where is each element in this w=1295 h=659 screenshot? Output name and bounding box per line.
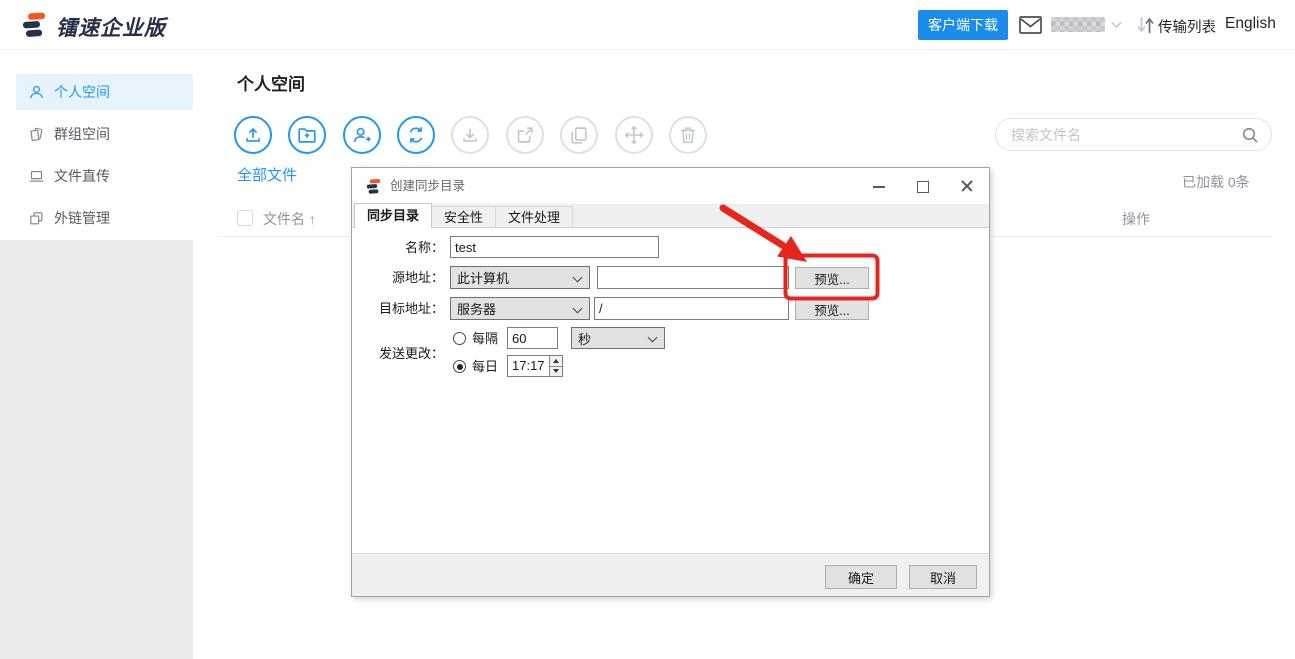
sync-icon [409,127,423,143]
tab-file-processing[interactable]: 文件处理 [495,206,574,227]
sidebar-item-group-space[interactable]: 群组空间 [16,116,193,152]
raysync-logo-icon [22,12,46,37]
sidebar-item-personal-space[interactable]: 个人空间 [16,74,193,110]
send-changes-label: 发送更改： [378,346,444,361]
minimize-icon[interactable] [861,168,897,204]
sidebar-background [0,240,193,659]
move-icon [624,125,644,145]
sidebar-item-label: 文件直传 [54,168,110,184]
daily-radio-label: 每日 [472,359,499,374]
share-link-button [506,116,544,154]
create-sync-directory-dialog: 创建同步目录 同步目录 安全性 文件处理 名称： 源地址： 此计算机 预览...… [351,167,990,597]
source-select-value: 此计算机 [457,271,510,286]
laptop-icon [29,170,44,182]
app-root: 镭速企业版 客户端下载 传输列表 English 个人空间 群组空间 文件直传 … [0,0,1295,659]
trash-icon [681,127,695,144]
sidebar-item-direct-transfer[interactable]: 文件直传 [16,158,193,194]
sidebar-item-label: 个人空间 [54,84,110,100]
target-preview-button[interactable]: 预览... [795,298,869,320]
download-icon [463,128,477,142]
ok-button[interactable]: 确定 [825,565,897,589]
select-all-checkbox[interactable] [237,210,253,226]
user-name-blurred[interactable] [1051,17,1105,32]
daily-radio[interactable] [453,360,466,373]
client-download-button[interactable]: 客户端下载 [918,10,1008,40]
search-icon[interactable] [1242,127,1259,144]
dialog-titlebar[interactable]: 创建同步目录 [352,168,989,204]
daily-time-value: 17:17 [512,358,545,373]
sync-button[interactable] [397,116,435,154]
dialog-title: 创建同步目录 [390,179,466,193]
loaded-status: 已加载 0条 [1182,174,1250,190]
transfer-arrows-icon[interactable] [1137,14,1154,36]
delete-button [669,116,707,154]
copy-button [560,116,598,154]
move-button [615,116,653,154]
search-box [995,118,1272,151]
spinner-up-icon[interactable] [550,356,562,367]
top-bar: 镭速企业版 客户端下载 传输列表 English [0,0,1295,50]
column-header-actions: 操作 [1122,211,1150,227]
target-label: 目标地址： [378,301,444,316]
interval-radio-label: 每隔 [472,331,499,346]
maximize-icon[interactable] [904,168,940,204]
cancel-button[interactable]: 取消 [909,565,977,589]
chevron-down-icon [572,272,583,283]
interval-unit-value: 秒 [578,331,592,347]
column-header-filename[interactable]: 文件名 ↑ [263,209,316,229]
download-button [451,116,489,154]
source-select[interactable]: 此计算机 [450,266,590,289]
language-switch[interactable]: English [1225,15,1276,33]
person-plus-icon [353,127,371,142]
external-link-icon [517,127,533,143]
new-folder-icon [298,128,316,143]
interval-unit-select[interactable]: 秒 [571,327,665,349]
page-title: 个人空间 [237,75,305,94]
interval-radio[interactable] [453,332,466,345]
daily-time-spinner[interactable]: 17:17 [507,355,563,377]
sidebar: 个人空间 群组空间 文件直传 外链管理 [0,50,193,659]
tab-security[interactable]: 安全性 [431,206,497,227]
chevron-down-icon [647,332,658,343]
copy-icon [571,127,587,144]
interval-value-field[interactable] [507,327,558,349]
chevron-down-icon [572,303,583,314]
spinner-buttons [549,356,562,376]
new-folder-button[interactable] [288,116,326,154]
source-preview-button[interactable]: 预览... [795,267,869,289]
name-field[interactable] [450,236,659,258]
sidebar-item-label: 外链管理 [54,210,110,226]
source-path-field[interactable] [597,266,789,289]
mail-icon[interactable] [1019,16,1042,34]
name-label: 名称： [404,240,444,255]
person-icon [30,85,43,98]
target-path-field[interactable] [594,297,789,320]
search-input[interactable] [1011,120,1231,149]
dialog-tabstrip: 同步目录 安全性 文件处理 [352,203,989,228]
spinner-down-icon[interactable] [550,366,562,376]
target-select[interactable]: 服务器 [450,297,590,320]
logo-text: 镭速企业版 [56,17,166,40]
header-divider [1210,17,1211,33]
transfer-list-link[interactable]: 传输列表 [1158,16,1216,37]
external-link-manage-icon [30,211,43,224]
tab-sync-directory[interactable]: 同步目录 [354,203,433,228]
sidebar-item-external-links[interactable]: 外链管理 [16,200,193,236]
raysync-logo-icon-small [366,178,381,194]
chevron-down-icon[interactable] [1111,21,1122,29]
upload-icon [246,127,260,142]
close-icon[interactable] [949,168,985,204]
sidebar-item-label: 群组空间 [54,126,110,142]
source-label: 源地址： [391,270,444,285]
upload-button[interactable] [234,116,272,154]
invite-user-button[interactable] [343,116,381,154]
breadcrumb-all-files[interactable]: 全部文件 [237,164,297,185]
group-space-icon [30,127,43,141]
target-select-value: 服务器 [457,302,497,317]
